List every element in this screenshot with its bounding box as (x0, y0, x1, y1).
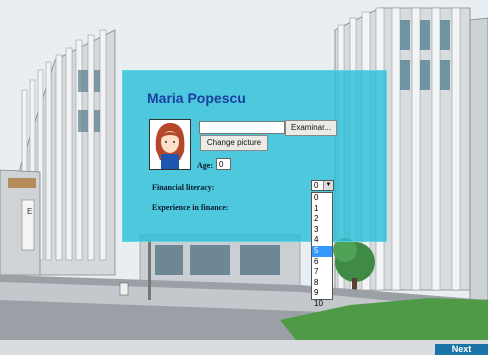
dropdown-option[interactable]: 1 (312, 204, 332, 215)
game-screen: E Maria Popescu Examinar... Change pictu… (0, 0, 488, 355)
dropdown-option[interactable]: 9 (312, 288, 332, 299)
girl-avatar-icon (149, 119, 191, 170)
browse-button[interactable]: Examinar... (285, 120, 337, 136)
svg-text:E: E (27, 207, 32, 216)
dropdown-option[interactable]: 8 (312, 278, 332, 289)
financial-literacy-label: Financial literacy: (152, 183, 215, 192)
dropdown-option[interactable]: 0 (312, 193, 332, 204)
dropdown-option[interactable]: 4 (312, 235, 332, 246)
next-button[interactable]: Next (435, 344, 488, 355)
dropdown-option[interactable]: 3 (312, 225, 332, 236)
dropdown-option[interactable]: 5 (312, 245, 332, 257)
financial-literacy-select[interactable]: 0 ▼ (311, 180, 334, 191)
dropdown-option[interactable]: 7 (312, 267, 332, 278)
age-input[interactable]: 0 (216, 158, 231, 170)
age-label: Age: (197, 161, 213, 170)
profile-name: Maria Popescu (147, 90, 246, 106)
profile-panel: Maria Popescu Examinar... Change picture… (122, 70, 387, 242)
change-picture-button[interactable]: Change picture (200, 135, 268, 151)
dropdown-option[interactable]: 10 (312, 299, 332, 310)
chevron-down-icon[interactable]: ▼ (323, 181, 333, 190)
dropdown-option[interactable]: 2 (312, 214, 332, 225)
experience-label: Experience in finance: (152, 203, 229, 212)
picture-file-input[interactable] (199, 121, 285, 134)
financial-literacy-value: 0 (314, 181, 319, 190)
dropdown-option[interactable]: 6 (312, 257, 332, 268)
financial-literacy-options: 0 1 2 3 4 5 6 7 8 9 10 (311, 192, 333, 308)
